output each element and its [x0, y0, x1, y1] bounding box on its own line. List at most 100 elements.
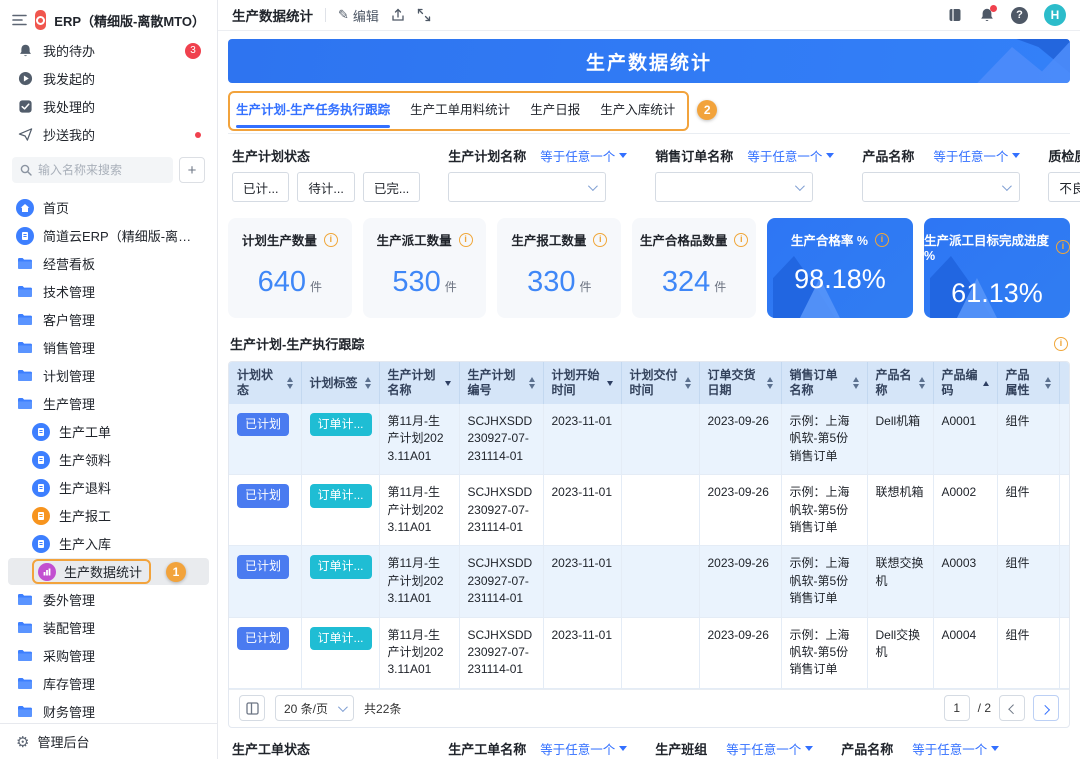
operator-dropdown[interactable]: 等于任意一个: [540, 739, 627, 758]
table-row[interactable]: 已计划订单计...第11月-生产计划2023.11A01SCJHXSDD2309…: [229, 404, 1070, 475]
sidebar-item-技术管理[interactable]: 技术管理: [8, 278, 209, 305]
operator-dropdown[interactable]: 等于任意一个: [726, 739, 813, 758]
sidebar-item-label: 委外管理: [43, 590, 201, 609]
operator-dropdown[interactable]: 等于任意一个: [933, 146, 1020, 165]
sidebar-item-label: 装配管理: [43, 618, 201, 637]
column-header-生产计划编号[interactable]: 生产计划编号: [459, 362, 543, 404]
sidebar-item-抄送我的[interactable]: 抄送我的: [8, 121, 209, 148]
info-icon[interactable]: i: [459, 233, 473, 247]
column-settings-icon[interactable]: [239, 695, 265, 721]
status-filter-button[interactable]: 待计...: [297, 172, 354, 202]
operator-dropdown[interactable]: 等于任意一个: [912, 739, 999, 758]
sidebar-item-装配管理[interactable]: 装配管理: [8, 614, 209, 641]
sidebar-item-库存管理[interactable]: 库存管理: [8, 670, 209, 697]
status-filter-button[interactable]: 已计...: [232, 172, 289, 202]
share-button[interactable]: [391, 8, 405, 22]
filter-label: 质检质量: [1048, 146, 1080, 165]
cell-product: Dell交换机: [867, 617, 933, 688]
cell-code: A0003: [933, 546, 997, 617]
column-header-计划标签[interactable]: 计划标签: [301, 362, 379, 404]
sidebar-item-生产报工[interactable]: 生产报工: [8, 502, 209, 529]
sort-icon[interactable]: [607, 381, 613, 386]
sort-icon[interactable]: [767, 377, 773, 389]
caret-down-icon: [805, 746, 813, 751]
operator-dropdown[interactable]: 等于任意一个: [747, 146, 834, 165]
sidebar-item-我的待办[interactable]: 我的待办3: [8, 37, 209, 64]
tab-生产工单用料统计[interactable]: 生产工单用料统计: [410, 99, 510, 122]
sort-icon[interactable]: [685, 377, 691, 389]
sidebar-item-采购管理[interactable]: 采购管理: [8, 642, 209, 669]
defective-filter-button[interactable]: 不良品: [1048, 172, 1080, 202]
prev-page-button[interactable]: [999, 695, 1025, 721]
sort-icon[interactable]: [1045, 377, 1051, 389]
avatar[interactable]: H: [1044, 4, 1066, 26]
sidebar-item-生产工单[interactable]: 生产工单: [8, 418, 209, 445]
table-row[interactable]: 已计划订单计...第11月-生产计划2023.11A01SCJHXSDD2309…: [229, 617, 1070, 688]
info-icon[interactable]: i: [1056, 240, 1070, 254]
cell-plan_no: SCJHXSDD230927-07-231114-01: [459, 475, 543, 546]
sidebar-item-生产入库[interactable]: 生产入库: [8, 530, 209, 557]
sort-icon[interactable]: [365, 377, 371, 389]
info-icon[interactable]: i: [1054, 337, 1068, 351]
page-size-select[interactable]: 20 条/页: [275, 695, 354, 721]
tab-生产入库统计[interactable]: 生产入库统计: [600, 99, 675, 122]
plan-name-select[interactable]: [448, 172, 606, 202]
sidebar-item-我处理的[interactable]: 我处理的: [8, 93, 209, 120]
info-icon[interactable]: i: [734, 233, 748, 247]
sort-icon[interactable]: [919, 377, 925, 389]
column-header-计划开始时间[interactable]: 计划开始时间: [543, 362, 621, 404]
folder: [16, 677, 34, 690]
sidebar-item-生产管理[interactable]: 生产管理: [8, 390, 209, 417]
sidebar-item-简道云ERP（精细版-离散MTO）「...[interactable]: 简道云ERP（精细版-离散MTO）「...: [8, 222, 209, 249]
notifications-bell-icon[interactable]: [979, 7, 995, 23]
next-page-button[interactable]: [1033, 695, 1059, 721]
column-header-产品编码[interactable]: 产品编码: [933, 362, 997, 404]
sidebar-item-首页[interactable]: 首页: [8, 194, 209, 221]
tab-生产日报[interactable]: 生产日报: [530, 99, 580, 122]
column-header-产品名称[interactable]: 产品名称: [867, 362, 933, 404]
column-header-生产计划名称[interactable]: 生产计划名称: [379, 362, 459, 404]
product-name-select[interactable]: [862, 172, 1020, 202]
add-app-button[interactable]: +: [179, 157, 205, 183]
fullscreen-icon[interactable]: [417, 8, 431, 22]
status-filter-button[interactable]: 已完...: [363, 172, 420, 202]
tab-生产计划-生产任务执行跟踪[interactable]: 生产计划-生产任务执行跟踪: [236, 99, 390, 122]
current-page-box[interactable]: 1: [944, 695, 970, 721]
sidebar-item-经营看板[interactable]: 经营看板: [8, 250, 209, 277]
admin-backend-item[interactable]: ⚙ 管理后台: [0, 723, 217, 759]
sidebar-item-生产数据统计[interactable]: 生产数据统计1: [8, 558, 209, 585]
sidebar-item-委外管理[interactable]: 委外管理: [8, 586, 209, 613]
sidebar-item-销售管理[interactable]: 销售管理: [8, 334, 209, 361]
column-header-销售订单名称[interactable]: 销售订单名称: [781, 362, 867, 404]
column-header-计划交付时间[interactable]: 计划交付时间: [621, 362, 699, 404]
sort-icon[interactable]: [445, 381, 451, 386]
order-name-select[interactable]: [655, 172, 813, 202]
edit-button[interactable]: ✎ 编辑: [338, 6, 379, 25]
sidebar-item-计划管理[interactable]: 计划管理: [8, 362, 209, 389]
column-header-产品属性[interactable]: 产品属性: [997, 362, 1059, 404]
collapse-menu-icon[interactable]: [12, 14, 27, 26]
sidebar-item-我发起的[interactable]: 我发起的: [8, 65, 209, 92]
info-icon[interactable]: i: [324, 233, 338, 247]
sidebar-item-生产领料[interactable]: 生产领料: [8, 446, 209, 473]
info-icon[interactable]: i: [593, 233, 607, 247]
table-row[interactable]: 已计划订单计...第11月-生产计划2023.11A01SCJHXSDD2309…: [229, 475, 1070, 546]
sidebar-item-生产退料[interactable]: 生产退料: [8, 474, 209, 501]
operator-dropdown[interactable]: 等于任意一个: [540, 146, 627, 165]
sort-icon[interactable]: [529, 377, 535, 389]
table-row[interactable]: 已计划订单计...第11月-生产计划2023.11A01SCJHXSDD2309…: [229, 546, 1070, 617]
sort-icon[interactable]: [853, 377, 859, 389]
sidebar-item-客户管理[interactable]: 客户管理: [8, 306, 209, 333]
notebook-icon[interactable]: [947, 7, 963, 23]
stat-unit: 件: [310, 280, 322, 294]
help-icon[interactable]: ?: [1011, 7, 1028, 24]
column-header-订单交货日期[interactable]: 订单交货日期: [699, 362, 781, 404]
sort-icon[interactable]: [983, 381, 989, 386]
cell-plan_no: SCJHXSDD230927-07-231114-01: [459, 617, 543, 688]
sort-icon[interactable]: [287, 377, 293, 389]
info-icon[interactable]: i: [875, 233, 889, 247]
search-input[interactable]: [38, 163, 165, 177]
search-box[interactable]: [12, 157, 173, 183]
column-header-计划状态[interactable]: 计划状态: [229, 362, 301, 404]
sidebar-item-财务管理[interactable]: 财务管理: [8, 698, 209, 723]
